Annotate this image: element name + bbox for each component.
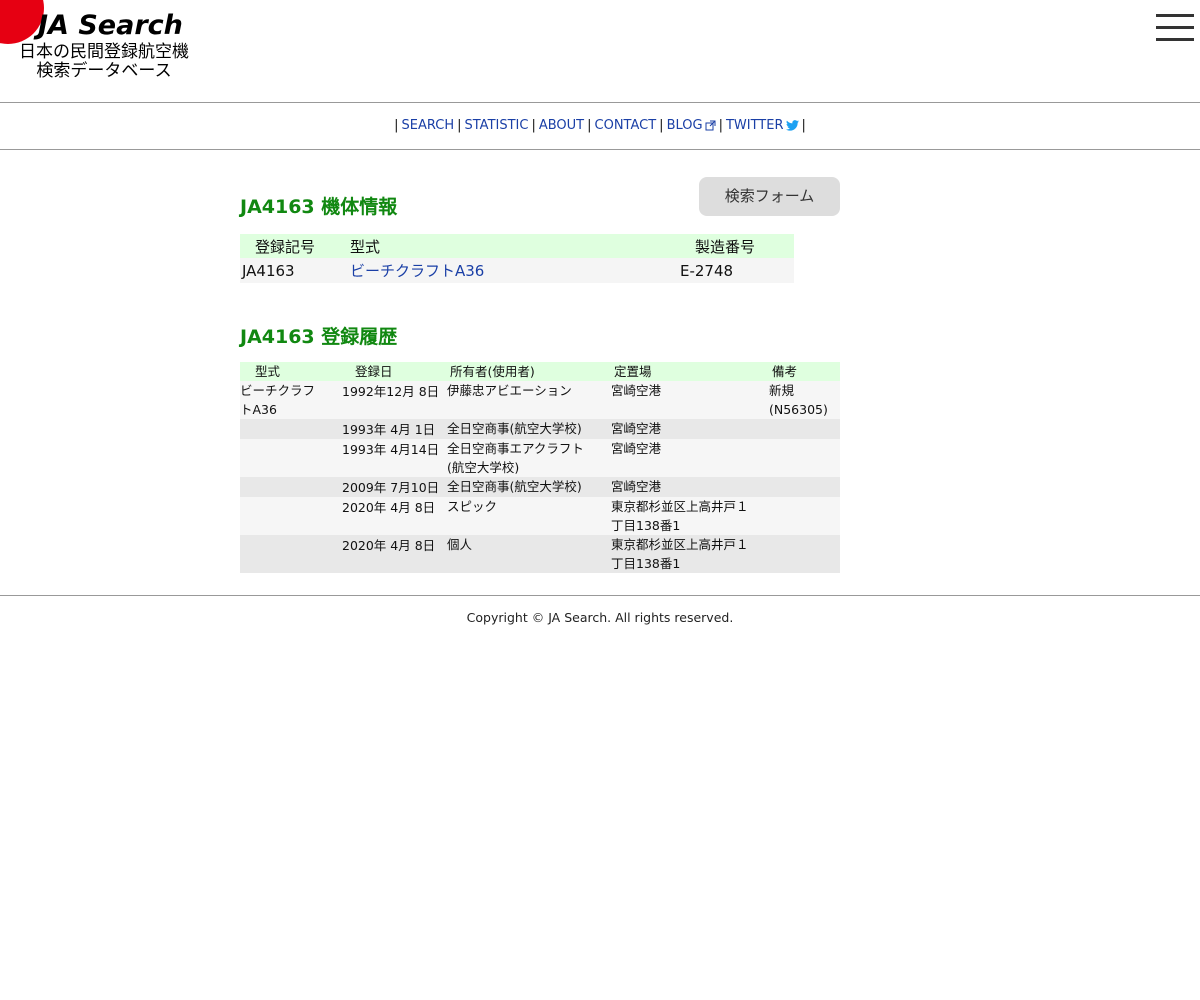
table-row: 2020年 4月 8日 個人 東京都杉並区上高井戸１ 丁目138番1 — [240, 535, 840, 573]
model-cell — [240, 419, 341, 439]
column-header-model: 型式 — [350, 234, 680, 258]
table-row: 1993年 4月14日 全日空商事エアクラフト (航空大学校) 宮崎空港 — [240, 439, 840, 477]
hamburger-bar — [1156, 14, 1194, 17]
base-cell: 宮崎空港 — [611, 381, 769, 419]
hamburger-bar — [1156, 38, 1194, 41]
logo-subtitle-line2: 検索データベース — [36, 61, 172, 81]
owner-cell: 全日空商事(航空大学校) — [447, 419, 611, 439]
column-header-registration: 登録記号 — [240, 234, 350, 258]
aircraft-info-table: 登録記号 型式 製造番号 JA4163 ビーチクラフトA36 E-2748 — [240, 234, 794, 283]
logo-title[interactable]: JA Search — [38, 10, 183, 41]
column-header-model: 型式 — [240, 362, 341, 381]
date-cell: 2020年 4月 8日 — [341, 535, 447, 573]
table-row: JA4163 ビーチクラフトA36 E-2748 — [240, 258, 794, 283]
model-cell: ビーチクラフトA36 — [350, 258, 680, 283]
date-cell: 2009年 7月10日 — [341, 477, 447, 497]
table-header-row: 型式 登録日 所有者(使用者) 定置場 備考 — [240, 362, 840, 381]
owner-cell: 個人 — [447, 535, 611, 573]
model-cell — [240, 477, 341, 497]
column-header-note: 備考 — [769, 362, 840, 381]
model-cell: ビーチクラフトA36 — [240, 381, 341, 419]
owner-cell: スピック — [447, 497, 611, 535]
site-header: JA Search 日本の民間登録航空機 検索データベース — [0, 0, 1200, 103]
model-cell — [240, 439, 341, 477]
model-link[interactable]: ビーチクラフトA36 — [350, 262, 484, 280]
nav-blog-label: BLOG — [666, 118, 703, 133]
footer-divider — [0, 595, 1200, 596]
owner-cell: 伊藤忠アビエーション — [447, 381, 611, 419]
note-cell — [769, 439, 840, 477]
column-header-owner: 所有者(使用者) — [447, 362, 611, 381]
column-header-serial: 製造番号 — [680, 234, 794, 258]
nav-statistic-link[interactable]: STATISTIC — [465, 118, 529, 133]
base-cell: 宮崎空港 — [611, 477, 769, 497]
external-link-icon — [705, 120, 716, 131]
hamburger-menu-icon[interactable] — [1156, 14, 1194, 42]
registration-cell: JA4163 — [240, 258, 350, 283]
base-cell: 宮崎空港 — [611, 439, 769, 477]
nav-about-link[interactable]: ABOUT — [539, 118, 584, 133]
date-cell: 1992年12月 8日 — [341, 381, 447, 419]
note-cell — [769, 497, 840, 535]
logo-subtitle[interactable]: 日本の民間登録航空機 検索データベース — [14, 43, 194, 81]
base-cell: 東京都杉並区上高井戸１ 丁目138番1 — [611, 535, 769, 573]
main-nav: | SEARCH | STATISTIC | ABOUT | CONTACT | BLOG | TWI… — [0, 103, 1200, 150]
table-row: 2020年 4月 8日 スピック 東京都杉並区上高井戸１ 丁目138番1 — [240, 497, 840, 535]
nav-twitter-link[interactable]: TWITTER — [726, 118, 799, 133]
copyright-text: Copyright © JA Search. All rights reserv… — [466, 610, 734, 625]
model-cell — [240, 535, 341, 573]
nav-search-link[interactable]: SEARCH — [402, 118, 455, 133]
registration-history-table: 型式 登録日 所有者(使用者) 定置場 備考 ビーチクラフ トA36 1992年1… — [240, 362, 840, 573]
note-cell — [769, 477, 840, 497]
serial-cell: E-2748 — [680, 258, 794, 283]
table-row: 2009年 7月10日 全日空商事(航空大学校) 宮崎空港 — [240, 477, 840, 497]
logo-subtitle-line1: 日本の民間登録航空機 — [19, 42, 189, 62]
base-cell: 宮崎空港 — [611, 419, 769, 439]
date-cell: 1993年 4月 1日 — [341, 419, 447, 439]
nav-blog-link[interactable]: BLOG — [667, 118, 716, 133]
history-title: JA4163 登録履歴 — [240, 326, 398, 348]
table-header-row: 登録記号 型式 製造番号 — [240, 234, 794, 258]
column-header-date: 登録日 — [341, 362, 447, 381]
note-cell — [769, 535, 840, 573]
nav-contact-link[interactable]: CONTACT — [595, 118, 657, 133]
table-row: 1993年 4月 1日 全日空商事(航空大学校) 宮崎空港 — [240, 419, 840, 439]
date-cell: 2020年 4月 8日 — [341, 497, 447, 535]
column-header-base: 定置場 — [611, 362, 769, 381]
note-cell — [769, 419, 840, 439]
date-cell: 1993年 4月14日 — [341, 439, 447, 477]
owner-cell: 全日空商事エアクラフト (航空大学校) — [447, 439, 611, 477]
model-cell — [240, 497, 341, 535]
note-cell: 新規 (N56305) — [769, 381, 840, 419]
search-form-button[interactable]: 検索フォーム — [699, 177, 840, 216]
hamburger-bar — [1156, 26, 1194, 29]
owner-cell: 全日空商事(航空大学校) — [447, 477, 611, 497]
nav-twitter-label: TWITTER — [725, 118, 784, 133]
table-row: ビーチクラフ トA36 1992年12月 8日 伊藤忠アビエーション 宮崎空港 新… — [240, 381, 840, 419]
aircraft-info-title: JA4163 機体情報 — [240, 196, 398, 218]
base-cell: 東京都杉並区上高井戸１ 丁目138番1 — [611, 497, 769, 535]
twitter-bird-icon — [785, 120, 799, 131]
